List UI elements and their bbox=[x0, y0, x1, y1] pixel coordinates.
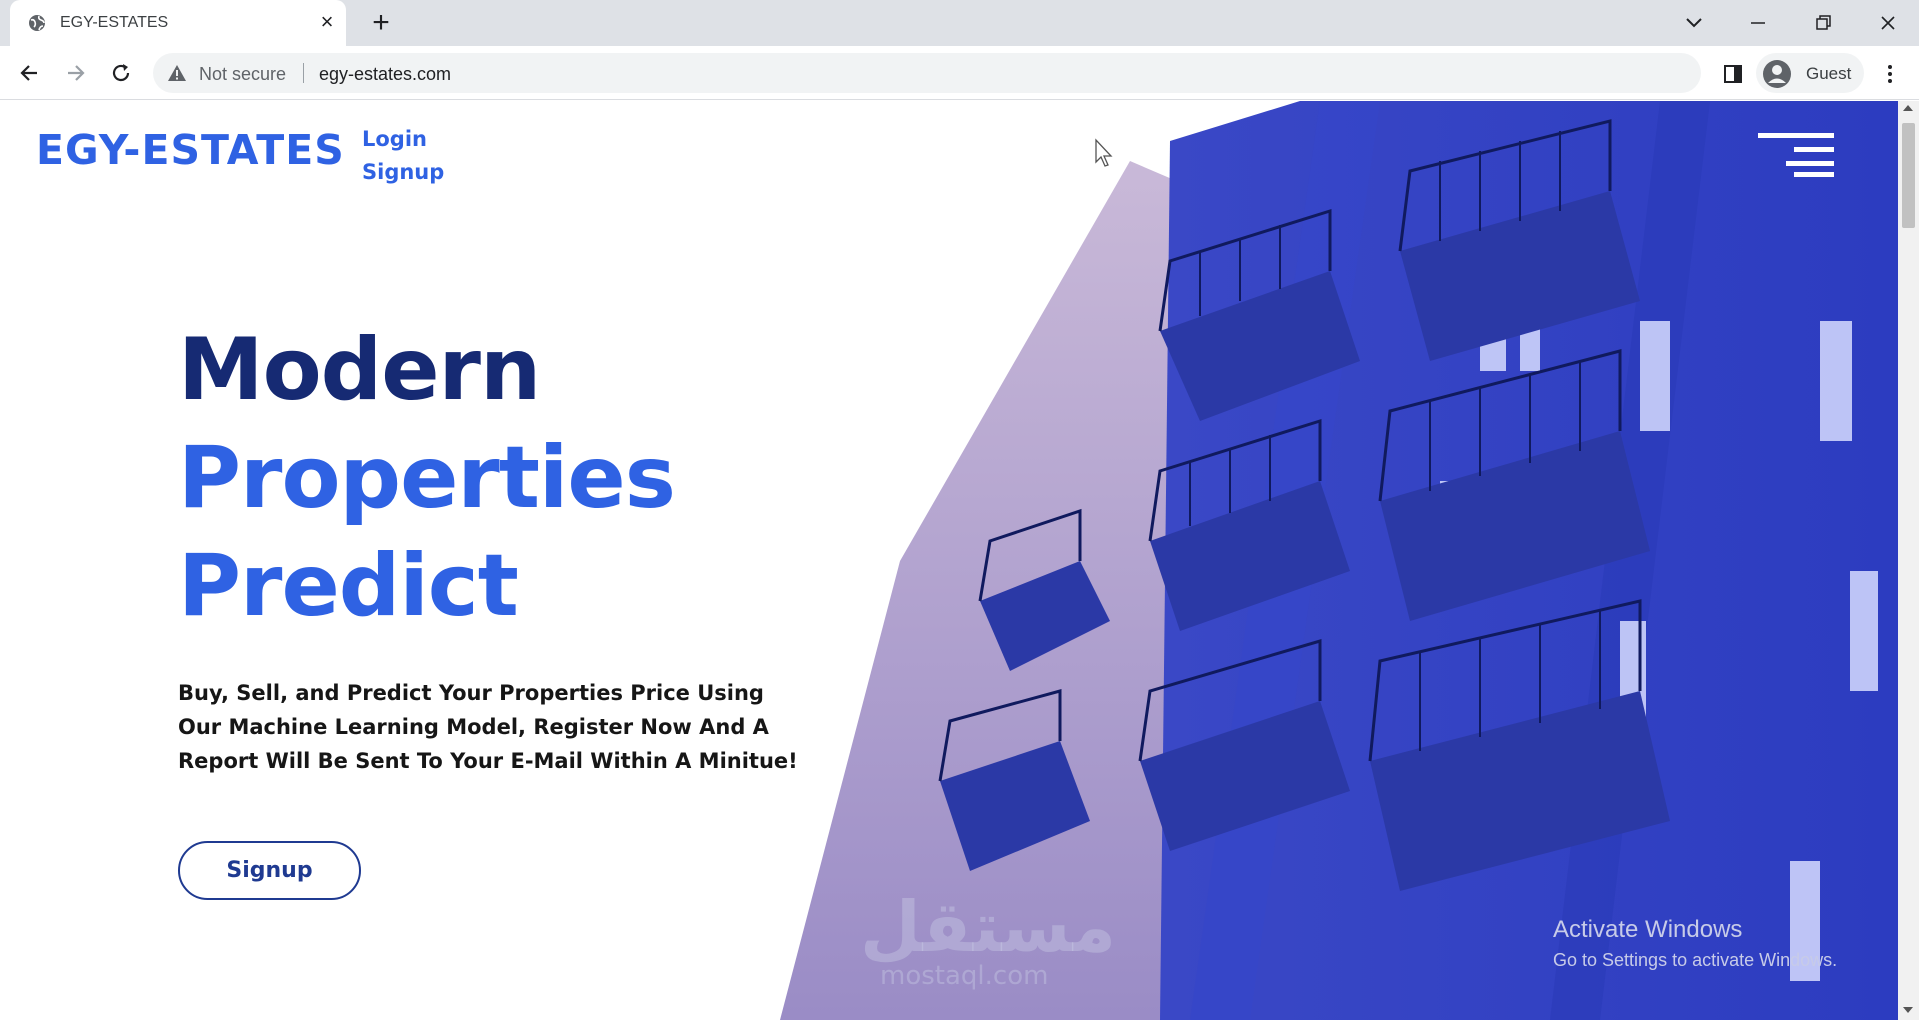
window-close-icon[interactable] bbox=[1868, 8, 1908, 38]
avatar-icon bbox=[1763, 60, 1791, 88]
scroll-down-icon[interactable] bbox=[1903, 1007, 1913, 1013]
site-logo[interactable]: EGY-ESTATES bbox=[36, 126, 345, 174]
top-nav: Login Signup bbox=[362, 123, 444, 189]
scroll-up-icon[interactable] bbox=[1903, 105, 1913, 111]
hero-headline: Modern Properties Predict bbox=[178, 316, 676, 640]
headline-line-properties: Properties bbox=[178, 428, 676, 528]
side-panel-icon[interactable] bbox=[1722, 63, 1744, 85]
url-text[interactable]: egy-estates.com bbox=[319, 64, 451, 85]
omnibox-divider bbox=[303, 63, 304, 83]
activate-title: Activate Windows bbox=[1553, 916, 1743, 943]
more-menu-icon[interactable] bbox=[1878, 60, 1902, 88]
watermark-latin: mostaql.com bbox=[880, 961, 1049, 991]
new-tab-button[interactable]: + bbox=[366, 8, 396, 38]
browser-tab[interactable]: EGY-ESTATES × bbox=[10, 0, 346, 46]
close-icon[interactable]: × bbox=[316, 11, 338, 33]
hero-description: Buy, Sell, and Predict Your Properties P… bbox=[178, 681, 798, 773]
signup-button[interactable]: Signup bbox=[178, 841, 361, 900]
building-hero-image bbox=[780, 101, 1898, 1020]
profile-name: Guest bbox=[1806, 64, 1852, 83]
hamburger-menu-icon[interactable] bbox=[1758, 133, 1834, 177]
mouse-cursor-icon bbox=[1095, 138, 1113, 167]
security-label[interactable]: Not secure bbox=[199, 64, 286, 85]
forward-icon[interactable] bbox=[60, 58, 90, 88]
tab-search-icon[interactable] bbox=[1674, 8, 1714, 38]
tab-strip: EGY-ESTATES × + bbox=[0, 0, 1919, 46]
profile-button[interactable]: Guest bbox=[1756, 53, 1864, 93]
activate-windows-notice: Activate Windows Go to Settings to activ… bbox=[1553, 916, 1837, 971]
scroll-thumb[interactable] bbox=[1902, 123, 1915, 228]
globe-icon bbox=[29, 15, 45, 31]
reload-icon[interactable] bbox=[106, 58, 136, 88]
headline-line-modern: Modern bbox=[178, 320, 541, 420]
watermark-arabic: مستقل bbox=[860, 886, 1117, 968]
restore-icon[interactable] bbox=[1803, 8, 1843, 38]
browser-toolbar: Not secure egy-estates.com Guest bbox=[0, 46, 1919, 100]
page-viewport: EGY-ESTATES Login Signup Modern Properti… bbox=[0, 101, 1898, 1020]
minimize-icon[interactable] bbox=[1738, 8, 1778, 38]
activate-subtitle: Go to Settings to activate Windows. bbox=[1553, 950, 1838, 970]
login-link[interactable]: Login bbox=[362, 123, 444, 156]
warning-icon[interactable] bbox=[167, 63, 187, 83]
page-scrollbar[interactable] bbox=[1898, 101, 1919, 1020]
address-bar[interactable]: Not secure egy-estates.com bbox=[153, 53, 1701, 93]
tab-title: EGY-ESTATES bbox=[60, 14, 169, 31]
signup-link[interactable]: Signup bbox=[362, 156, 444, 189]
back-icon[interactable] bbox=[15, 58, 45, 88]
headline-line-predict: Predict bbox=[178, 536, 519, 636]
